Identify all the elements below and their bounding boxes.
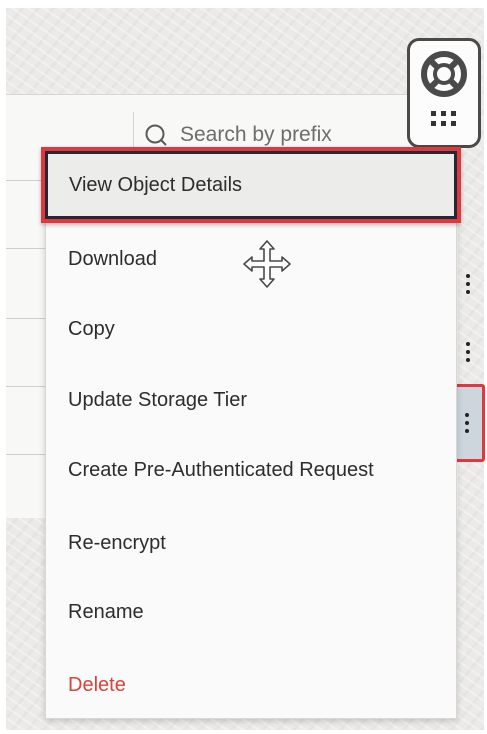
menu-item-label: View Object Details: [69, 173, 243, 196]
table-row-divider: [6, 318, 46, 319]
menu-item-re-encrypt[interactable]: Re-encrypt: [46, 513, 456, 573]
search-placeholder: Search by prefix: [180, 123, 332, 146]
help-button[interactable]: [407, 38, 481, 148]
table-row-divider: [6, 248, 46, 249]
menu-item-label: Create Pre-Authenticated Request: [68, 458, 374, 481]
kebab-menu-icon: [466, 342, 470, 346]
table-row-divider: [6, 180, 46, 181]
search-icon: [144, 123, 168, 147]
kebab-dot: [466, 282, 470, 286]
kebab-menu-icon: [466, 274, 470, 278]
menu-item-label: Rename: [68, 600, 144, 623]
move-cursor-icon: [241, 238, 293, 290]
menu-item-delete[interactable]: Delete: [46, 655, 456, 715]
menu-item-copy[interactable]: Copy: [46, 299, 456, 359]
menu-item-label: Re-encrypt: [68, 531, 166, 554]
kebab-dot: [465, 429, 469, 433]
kebab-dot: [466, 350, 470, 354]
table-row-divider: [6, 386, 46, 387]
row-actions-button[interactable]: [457, 330, 479, 374]
table-row-divider: [6, 454, 46, 455]
kebab-dot: [465, 421, 469, 425]
kebab-menu-icon: [465, 413, 469, 417]
menu-item-label: Copy: [68, 317, 115, 340]
row-actions-button[interactable]: [457, 262, 479, 306]
menu-item-rename[interactable]: Rename: [46, 582, 456, 642]
object-actions-menu: View Object Details Download Copy Update…: [41, 147, 461, 719]
menu-item-update-storage-tier[interactable]: Update Storage Tier: [46, 370, 456, 430]
menu-item-view-object-details[interactable]: View Object Details: [41, 147, 461, 223]
menu-item-create-pre-authenticated-request[interactable]: Create Pre-Authenticated Request: [46, 440, 456, 500]
grid-icon: [429, 110, 459, 133]
kebab-dot: [466, 290, 470, 294]
menu-item-label: Delete: [68, 673, 126, 696]
menu-item-label: Download: [68, 247, 157, 270]
menu-item-label: Update Storage Tier: [68, 388, 247, 411]
lifebuoy-icon: [419, 49, 469, 104]
kebab-dot: [466, 358, 470, 362]
